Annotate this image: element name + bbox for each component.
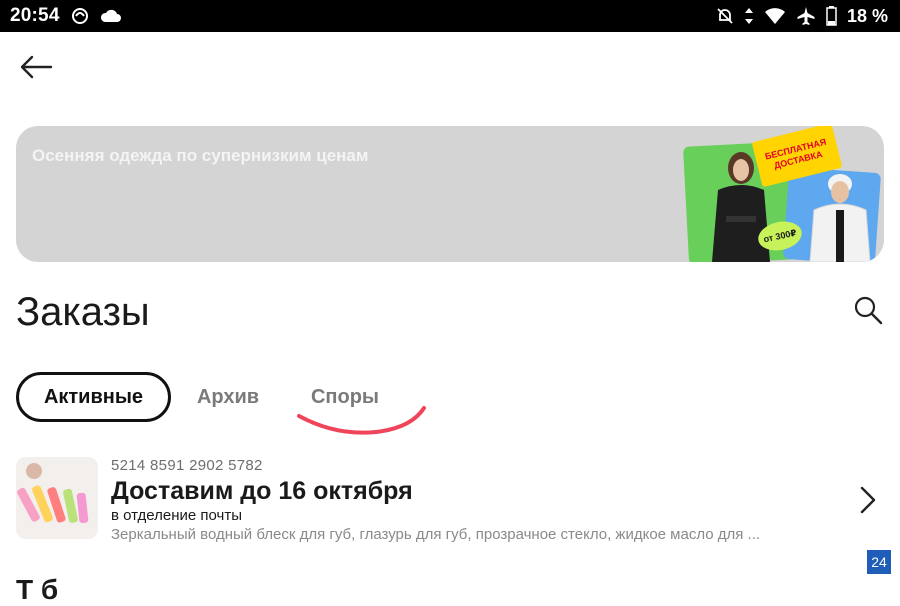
wifi-icon [764, 7, 786, 25]
order-status: Доставим до 16 октября [111, 477, 413, 505]
promo-man-image [809, 174, 871, 262]
status-left: 20:54 [10, 5, 122, 27]
tab-active[interactable]: Активные [16, 372, 171, 422]
page-title: Заказы [16, 290, 150, 334]
tab-archive[interactable]: Архив [178, 372, 278, 422]
red-underline-annotation [297, 406, 426, 435]
back-button[interactable] [16, 52, 56, 86]
status-bar: 20:54 18 % [0, 0, 900, 32]
chevron-right-icon [858, 485, 878, 520]
mute-icon [716, 7, 734, 25]
status-time: 20:54 [10, 5, 60, 26]
promo-text: Осенняя одежда по супернизким ценам [32, 146, 369, 165]
watermark-logo: 24 [867, 550, 891, 574]
search-icon [853, 295, 883, 330]
order-number: 5214 8591 2902 5782 [111, 457, 263, 474]
sync-icon [70, 6, 90, 26]
order-description: Зеркальный водный блеск для губ, глазурь… [111, 526, 761, 543]
battery-percent: 18 % [846, 5, 888, 26]
status-right: 18 % [716, 6, 888, 27]
next-section-heading: Т б [16, 574, 59, 605]
order-item[interactable]: 5214 8591 2902 5782 Доставим до 16 октяб… [16, 455, 886, 545]
order-thumbnail [16, 457, 98, 539]
order-delivery-method: в отделение почты [111, 507, 242, 524]
promo-banner[interactable]: Осенняя одежда по супернизким ценам БЕСП… [16, 126, 884, 262]
data-arrows-icon [744, 7, 754, 25]
battery-icon [826, 6, 837, 26]
airplane-icon [796, 6, 816, 26]
arrow-left-icon [19, 55, 53, 84]
search-button[interactable] [850, 294, 886, 330]
cloud-icon [100, 8, 122, 24]
